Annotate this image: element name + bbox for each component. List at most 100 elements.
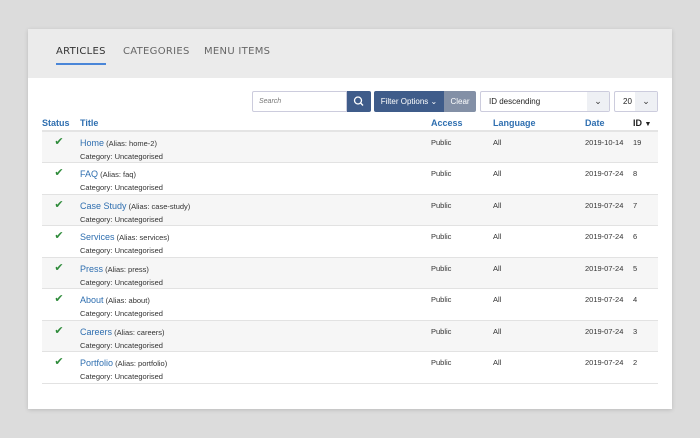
search-icon [353,96,364,106]
id-cell: 19 [633,131,658,163]
date-cell: 2019-07-24 [585,225,633,258]
language-cell: All [493,351,585,384]
id-cell: 6 [633,225,658,258]
date-cell: 2019-10-14 [585,131,633,163]
access-cell: Public [431,320,493,352]
id-cell: 2 [633,351,658,384]
article-category: Category: Uncategorised [80,246,163,255]
published-check-icon[interactable]: ✔ [42,198,76,211]
title-cell: Home (Alias: home-2) Category: Uncategori… [80,131,431,163]
id-cell: 5 [633,257,658,289]
article-title-link[interactable]: Case Study [80,201,127,211]
language-cell: All [493,162,585,195]
language-cell: All [493,194,585,226]
published-check-icon[interactable]: ✔ [42,229,76,242]
filter-options-label: Filter Options [380,97,429,106]
limit-value: 20 [623,97,632,106]
access-cell: Public [431,351,493,384]
column-status[interactable]: Status [42,115,80,132]
article-alias: (Alias: about) [105,296,150,305]
status-cell: ✔ [42,320,80,352]
article-alias: (Alias: press) [105,264,149,274]
column-date[interactable]: Date [585,115,633,132]
title-cell: Portfolio (Alias: portfolio) Category: Un… [80,351,431,384]
article-title-link[interactable]: Home [80,138,104,148]
date-cell: 2019-07-24 [585,351,633,384]
column-id[interactable]: ID ▼ [633,115,658,132]
article-alias: (Alias: portfolio) [115,359,168,368]
article-category: Category: Uncategorised [80,152,163,161]
published-check-icon[interactable]: ✔ [42,292,76,305]
table-row: ✔ Services (Alias: services) Category: Un… [42,225,658,258]
language-cell: All [493,320,585,352]
chevron-down-icon: ⌄ [430,97,438,106]
article-title-link[interactable]: Services [80,232,115,242]
table-row: ✔ Portfolio (Alias: portfolio) Category: … [42,351,658,384]
status-cell: ✔ [42,225,80,258]
status-cell: ✔ [42,351,80,384]
sort-value: ID descending [489,97,541,106]
chevron-down-icon: ⌄ [635,92,657,111]
published-check-icon[interactable]: ✔ [42,135,76,148]
article-title-link[interactable]: FAQ [80,169,98,179]
date-cell: 2019-07-24 [585,257,633,289]
article-title-link[interactable]: Portfolio [80,358,113,368]
table-row: ✔ Case Study (Alias: case-study) Category… [42,194,658,226]
tab-menu-items[interactable]: MENU ITEMS [204,46,270,57]
access-cell: Public [431,288,493,321]
published-check-icon[interactable]: ✔ [42,355,76,368]
id-cell: 7 [633,194,658,226]
title-cell: Case Study (Alias: case-study) Category: … [80,194,431,226]
article-category: Category: Uncategorised [80,214,163,224]
status-cell: ✔ [42,194,80,226]
id-cell: 3 [633,320,658,352]
limit-select[interactable]: 20 ⌄ [614,91,658,112]
status-cell: ✔ [42,131,80,163]
article-title-link[interactable]: Press [80,264,103,274]
sort-select[interactable]: ID descending ⌄ [480,91,610,112]
column-id-label: ID [633,117,642,128]
article-category: Category: Uncategorised [80,309,163,318]
search-button[interactable] [347,91,371,112]
article-category: Category: Uncategorised [80,277,163,287]
tab-bar: ARTICLES CATEGORIES MENU ITEMS [28,29,672,78]
column-title[interactable]: Title [80,115,431,132]
title-cell: Careers (Alias: careers) Category: Uncate… [80,320,431,352]
title-cell: FAQ (Alias: faq) Category: Uncategorised [80,162,431,195]
title-cell: About (Alias: about) Category: Uncategori… [80,288,431,321]
clear-button[interactable]: Clear [444,91,476,112]
tab-categories[interactable]: CATEGORIES [123,46,190,57]
title-cell: Services (Alias: services) Category: Unca… [80,225,431,258]
articles-table: Status Title Access Language Date ID ▼ ✔… [42,115,658,384]
articles-panel: ARTICLES CATEGORIES MENU ITEMS Search Fi… [28,29,672,409]
column-access[interactable]: Access [431,115,493,132]
article-category: Category: Uncategorised [80,340,163,350]
table-row: ✔ Careers (Alias: careers) Category: Unca… [42,320,658,352]
tab-articles[interactable]: ARTICLES [56,46,106,65]
article-title-link[interactable]: Careers [80,327,112,337]
language-cell: All [493,288,585,321]
date-cell: 2019-07-24 [585,288,633,321]
search-input[interactable]: Search [252,91,347,112]
title-cell: Press (Alias: press) Category: Uncategori… [80,257,431,289]
article-alias: (Alias: services) [116,233,170,242]
article-alias: (Alias: case-study) [128,201,191,211]
table-row: ✔ Home (Alias: home-2) Category: Uncatego… [42,131,658,163]
table-row: ✔ Press (Alias: press) Category: Uncatego… [42,257,658,289]
id-cell: 4 [633,288,658,321]
language-cell: All [493,257,585,289]
date-cell: 2019-07-24 [585,194,633,226]
published-check-icon[interactable]: ✔ [42,261,76,274]
access-cell: Public [431,131,493,163]
article-alias: (Alias: home-2) [106,139,157,148]
filter-options-button[interactable]: Filter Options ⌄ [374,91,444,112]
column-language[interactable]: Language [493,115,585,132]
published-check-icon[interactable]: ✔ [42,166,76,179]
language-cell: All [493,131,585,163]
access-cell: Public [431,162,493,195]
id-cell: 8 [633,162,658,195]
chevron-down-icon: ⌄ [587,92,609,111]
table-row: ✔ FAQ (Alias: faq) Category: Uncategorise… [42,162,658,195]
published-check-icon[interactable]: ✔ [42,324,76,337]
article-title-link[interactable]: About [80,295,104,305]
